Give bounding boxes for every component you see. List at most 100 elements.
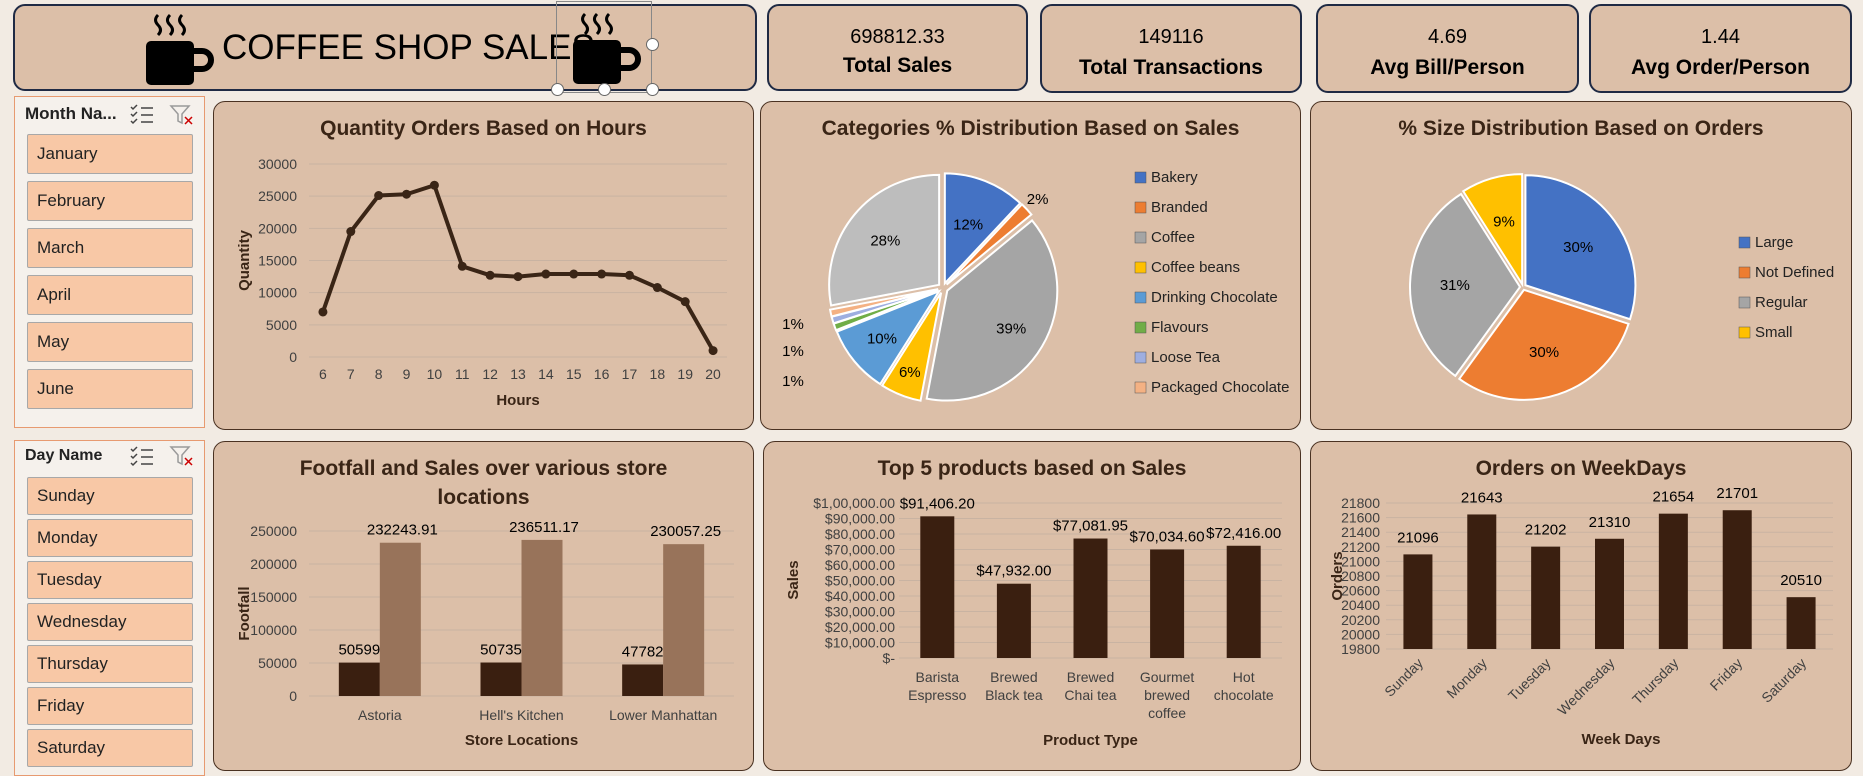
x-axis-title: Store Locations [465,732,578,749]
bar [1073,538,1108,658]
x-tick-label: 13 [510,366,526,382]
slicer-item-april[interactable]: April [27,275,193,315]
x-tick-label: 20 [705,366,721,382]
data-point [569,269,579,279]
multi-select-icon[interactable] [129,103,155,125]
resize-handle[interactable] [646,83,659,96]
data-label: 6% [899,364,921,381]
slicer-item-june[interactable]: June [27,369,193,409]
slicer-item-tuesday[interactable]: Tuesday [27,561,193,599]
hours-chart-panel[interactable]: Quantity Orders Based on Hours 0 5000 1000… [213,101,754,430]
x-tick-label: Chai tea [1064,687,1116,703]
x-tick-label: Brewed [1067,669,1114,685]
data-label: 230057.25 [650,523,721,540]
y-tick-label: $10,000.00 [825,635,895,651]
categories-chart-panel[interactable]: Categories % Distribution Based on Sales… [760,101,1301,430]
y-tick-label: $50,000.00 [825,573,895,589]
data-point [624,270,634,280]
slicer-item-saturday[interactable]: Saturday [27,729,193,767]
y-tick-label: 10000 [258,285,297,301]
y-tick-label: $60,000.00 [825,557,895,573]
x-tick-label: Lower Manhattan [609,707,717,723]
legend-swatch [1738,266,1751,279]
multi-select-icon[interactable] [129,445,155,467]
legend-label: Bakery [1151,169,1198,186]
slicer-item-thursday[interactable]: Thursday [27,645,193,683]
data-label: 47782 [622,643,664,660]
bar [1150,549,1185,658]
kpi-value: 149116 [1138,26,1204,48]
legend-swatch [1134,261,1147,274]
weekdays-bar-chart: 1980020000202002040020600208002100021200… [1329,485,1833,748]
y-tick-label: $80,000.00 [825,526,895,542]
stores-chart-panel[interactable]: Footfall and Sales over various store lo… [213,441,754,771]
data-point [429,180,439,190]
slicer-item-wednesday[interactable]: Wednesday [27,603,193,641]
slicer-item-february[interactable]: February [27,181,193,221]
resize-handle[interactable] [646,38,659,51]
size-pie-chart: 30% 30% 31% 9% Large Not Defined Regular Small [1409,173,1834,401]
y-tick-label: 0 [289,349,297,365]
slicer-item-monday[interactable]: Monday [27,519,193,557]
header-banner: COFFEE SHOP SALES [13,1,757,96]
data-point [485,270,495,280]
y-tick-label: 20800 [1341,568,1380,584]
weekdays-chart-panel[interactable]: Orders on WeekDays 19800 20000 20200 20400 2… [1310,441,1852,771]
y-tick-label: 20200 [1341,612,1380,628]
size-chart-panel[interactable]: % Size Distribution Based on Orders 30% 3… [1310,101,1852,430]
kpi-avg-order: 1.44 Avg Order/Person [1589,4,1852,93]
data-label: 21310 [1589,514,1631,531]
kpi-avg-bill: 4.69 Avg Bill/Person [1316,4,1579,93]
legend-label: Loose Tea [1151,349,1221,366]
slicer-item-march[interactable]: March [27,228,193,268]
y-tick-label: $70,000.00 [825,542,895,558]
bar [1722,510,1752,649]
products-bar-chart: $-$10,000.00$20,000.00$30,000.00$40,000.… [785,495,1282,749]
x-axis-title: Product Type [1043,732,1138,749]
slicer-item-may[interactable]: May [27,322,193,362]
x-tick-label: 12 [482,366,498,382]
slicer-title: Month Na... [25,104,117,123]
legend-swatch [1134,231,1147,244]
y-tick-label: 20000 [1341,626,1380,642]
day-slicer[interactable]: Day Name Sunday Monday Tuesday Wednesday… [14,440,205,776]
legend-label: Drinking Chocolate [1151,289,1278,306]
data-label: $77,081.95 [1053,518,1128,535]
legend-label: Not Defined [1755,264,1834,281]
y-tick-label: 19800 [1341,641,1380,657]
slicer-item-january[interactable]: January [27,134,193,174]
data-label: 232243.91 [367,522,438,539]
series-line [321,183,715,352]
y-axis-title: Orders [1329,551,1346,600]
month-slicer[interactable]: Month Na... January February March April… [14,96,205,428]
y-tick-label: $30,000.00 [825,604,895,620]
x-tick-label: Hell's Kitchen [479,707,563,723]
slicer-item-sunday[interactable]: Sunday [27,477,193,515]
kpi-total-transactions: 149116 Total Transactions [1040,4,1302,93]
y-tick-label: 0 [289,688,297,704]
products-chart-panel[interactable]: Top 5 products based on Sales $- $10,000.… [763,441,1301,771]
y-tick-label: $20,000.00 [825,619,895,635]
x-tick-label: coffee [1148,705,1186,721]
data-label: 10% [867,330,897,347]
data-point [346,227,356,237]
resize-handle[interactable] [598,83,611,96]
clear-filter-icon[interactable] [169,103,195,127]
slicer-item-friday[interactable]: Friday [27,687,193,725]
x-tick-label: 17 [622,366,638,382]
bar [1658,513,1688,649]
y-axis-title: Sales [785,560,802,599]
data-label: 30% [1563,239,1593,256]
bar [663,544,705,696]
y-tick-label: 200000 [250,556,297,572]
data-label: 21096 [1397,529,1439,546]
data-label: 9% [1493,214,1515,231]
resize-handle[interactable] [551,83,564,96]
x-tick-label: Gourmet [1140,669,1195,685]
selected-image[interactable] [551,1,659,96]
legend-swatch [1134,201,1147,214]
x-tick-label: Barista [916,669,960,685]
legend-swatch [1134,351,1147,364]
kpi-label: Avg Bill/Person [1370,56,1525,79]
clear-filter-icon[interactable] [169,444,195,468]
